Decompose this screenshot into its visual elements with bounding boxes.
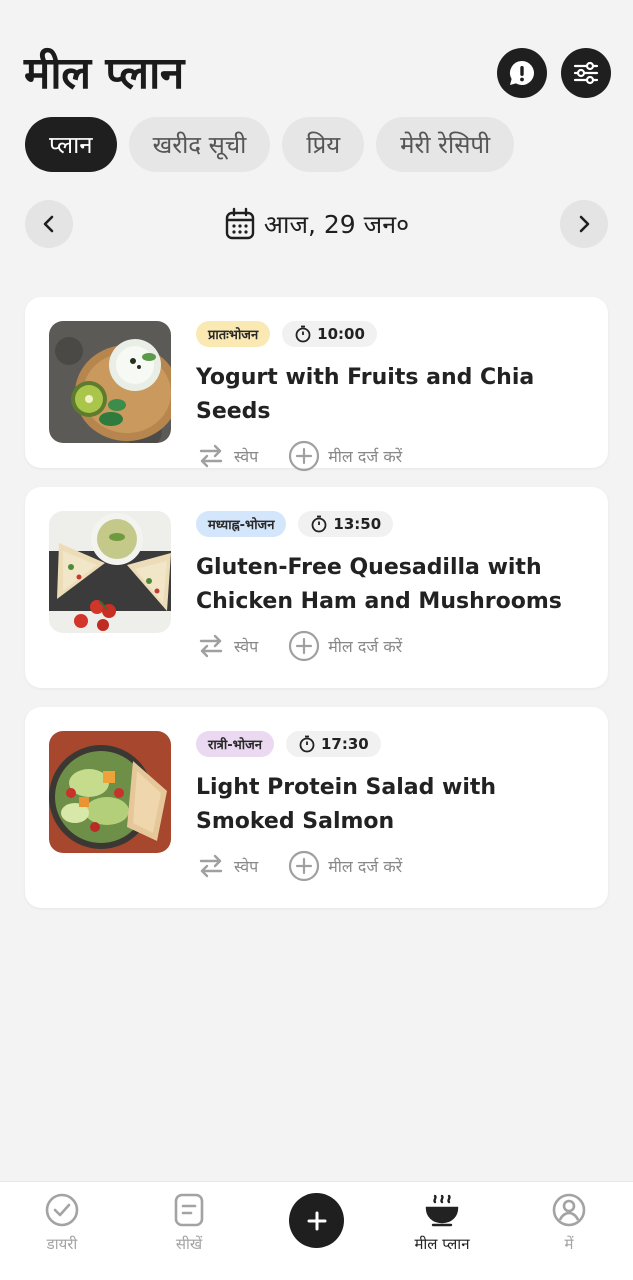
log-meal-button[interactable]: मील दर्ज करें xyxy=(288,630,402,662)
steaming-bowl-icon xyxy=(425,1194,459,1227)
meal-time: 17:30 xyxy=(321,735,369,753)
calendar-icon xyxy=(225,207,255,240)
meal-title: Light Protein Salad with Smoked Salmon xyxy=(196,775,497,834)
swap-arrows-icon xyxy=(199,854,223,878)
meal-title: Yogurt with Fruits and Chia Seeds xyxy=(196,365,535,424)
meal-actions: स्वेप मील दर्ज करें xyxy=(196,849,590,883)
meal-image xyxy=(49,321,171,443)
exclamation-bubble-icon xyxy=(509,60,534,85)
stopwatch-icon xyxy=(299,735,315,753)
stopwatch-icon xyxy=(295,325,311,343)
meal-actions: स्वेप मील दर्ज करें xyxy=(196,439,590,473)
previous-day-button[interactable] xyxy=(25,200,73,248)
tab-my-recipes[interactable]: मेरी रेसिपी xyxy=(376,117,515,172)
stopwatch-icon xyxy=(312,515,327,533)
nav-meal-plan-label: मील प्लान xyxy=(414,1235,470,1253)
nav-learn-label: सीखें xyxy=(175,1235,203,1253)
swap-arrows-icon xyxy=(199,634,223,658)
meal-time-chip: 17:30 xyxy=(286,731,381,757)
meal-image xyxy=(49,511,171,633)
plus-circle-icon xyxy=(289,440,320,472)
nav-me-label: में xyxy=(564,1235,574,1253)
meal-time: 10:00 xyxy=(317,325,365,343)
sliders-icon xyxy=(573,61,599,85)
header: मील प्लान xyxy=(24,44,611,104)
chevron-left-icon xyxy=(43,215,54,233)
meal-card-dinner[interactable]: रात्री-भोजन 17:30 Light Protein Salad wi… xyxy=(25,707,608,908)
tab-plan[interactable]: प्लान xyxy=(25,117,117,172)
tab-bar: प्लान खरीद सूची प्रिय मेरी रेसिपी xyxy=(25,117,515,172)
swap-button[interactable]: स्वेप xyxy=(196,851,258,881)
tab-favorites[interactable]: प्रिय xyxy=(282,117,365,172)
meal-time: 13:50 xyxy=(333,515,382,533)
meal-content: रात्री-भोजन 17:30 Light Protein Salad wi… xyxy=(196,731,590,883)
log-meal-button[interactable]: मील दर्ज करें xyxy=(288,850,402,882)
meal-card-lunch[interactable]: मध्याह्न-भोजन 13:50 Gluten-Free Quesadil… xyxy=(25,487,608,688)
meal-meta: रात्री-भोजन 17:30 xyxy=(196,731,590,757)
swap-label: स्वेप xyxy=(234,857,259,876)
date-navigator: आज, 29 जन० xyxy=(25,200,608,248)
meal-actions: स्वेप मील दर्ज करें xyxy=(196,629,590,663)
nav-learn[interactable]: सीखें xyxy=(129,1192,249,1254)
meal-meta: मध्याह्न-भोजन 13:50 xyxy=(196,511,590,537)
swap-label: स्वेप xyxy=(234,447,259,466)
alert-button[interactable] xyxy=(497,48,547,98)
add-button[interactable] xyxy=(289,1193,344,1248)
meal-title: Gluten-Free Quesadilla with Chicken Ham … xyxy=(196,555,562,614)
log-meal-label: मील दर्ज करें xyxy=(328,447,403,466)
meal-type-badge: मध्याह्न-भोजन xyxy=(196,511,287,537)
chevron-right-icon xyxy=(579,215,590,233)
meal-card-breakfast[interactable]: प्रातःभोजन 10:00 Yogurt with Fruits and … xyxy=(25,297,608,472)
meal-time-chip: 13:50 xyxy=(298,511,394,537)
log-meal-label: मील दर्ज करें xyxy=(328,637,403,656)
nav-diary[interactable]: डायरी xyxy=(2,1192,122,1254)
profile-icon xyxy=(552,1193,586,1227)
meal-time-chip: 10:00 xyxy=(282,321,377,347)
meal-image xyxy=(49,731,171,853)
plus-circle-icon xyxy=(289,630,320,662)
log-meal-button[interactable]: मील दर्ज करें xyxy=(288,440,402,472)
note-icon xyxy=(174,1193,204,1227)
swap-button[interactable]: स्वेप xyxy=(196,441,258,471)
swap-label: स्वेप xyxy=(234,637,259,656)
next-day-button[interactable] xyxy=(560,200,608,248)
meal-meta: प्रातःभोजन 10:00 xyxy=(196,321,590,347)
swap-button[interactable]: स्वेप xyxy=(196,631,258,661)
log-meal-label: मील दर्ज करें xyxy=(328,857,403,876)
nav-diary-label: डायरी xyxy=(46,1235,78,1253)
plus-icon xyxy=(307,1211,326,1230)
meal-type-badge: रात्री-भोजन xyxy=(196,731,274,757)
check-circle-icon xyxy=(45,1193,79,1227)
nav-meal-plan[interactable]: मील प्लान xyxy=(382,1192,502,1254)
nav-me[interactable]: में xyxy=(509,1192,629,1254)
tab-shopping-list[interactable]: खरीद सूची xyxy=(128,117,271,172)
meal-content: प्रातःभोजन 10:00 Yogurt with Fruits and … xyxy=(196,321,590,473)
date-display[interactable]: आज, 29 जन० xyxy=(25,200,608,248)
date-label: आज, 29 जन० xyxy=(263,210,410,239)
swap-arrows-icon xyxy=(199,444,223,468)
meal-type-badge: प्रातःभोजन xyxy=(196,321,271,347)
plus-circle-icon xyxy=(289,850,320,882)
filter-button[interactable] xyxy=(561,48,611,98)
meal-content: मध्याह्न-भोजन 13:50 Gluten-Free Quesadil… xyxy=(196,511,590,663)
bottom-nav: डायरी सीखें मील प्लान में xyxy=(0,1181,633,1280)
